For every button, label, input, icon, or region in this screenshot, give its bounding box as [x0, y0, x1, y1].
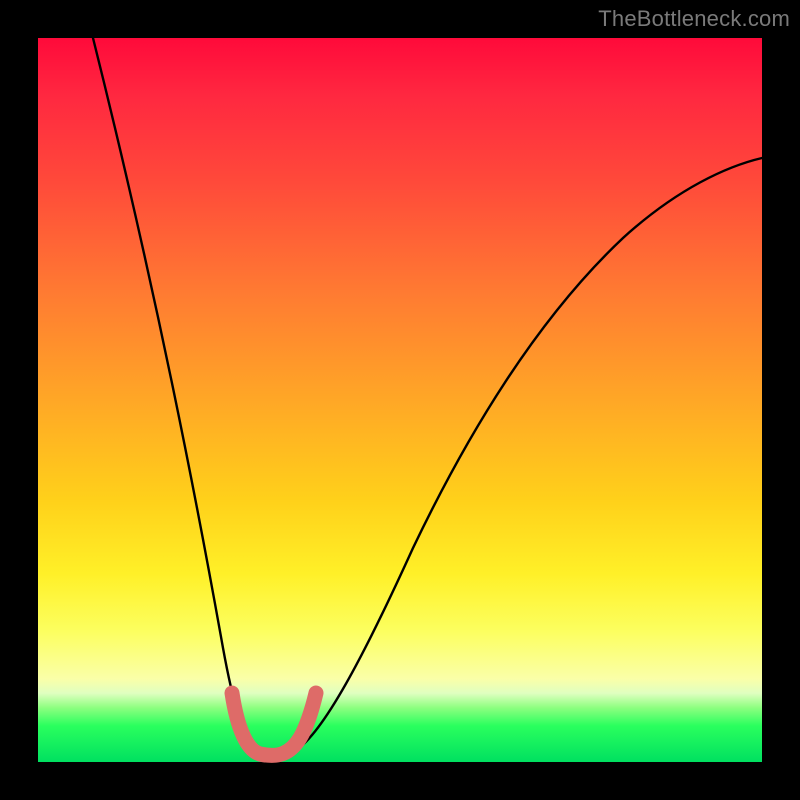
plot-area [38, 38, 762, 762]
watermark-text: TheBottleneck.com [598, 6, 790, 32]
bottleneck-curve [93, 38, 762, 756]
bottleneck-curve-svg [38, 38, 762, 762]
chart-frame: TheBottleneck.com [0, 0, 800, 800]
bottleneck-marker [232, 693, 316, 755]
